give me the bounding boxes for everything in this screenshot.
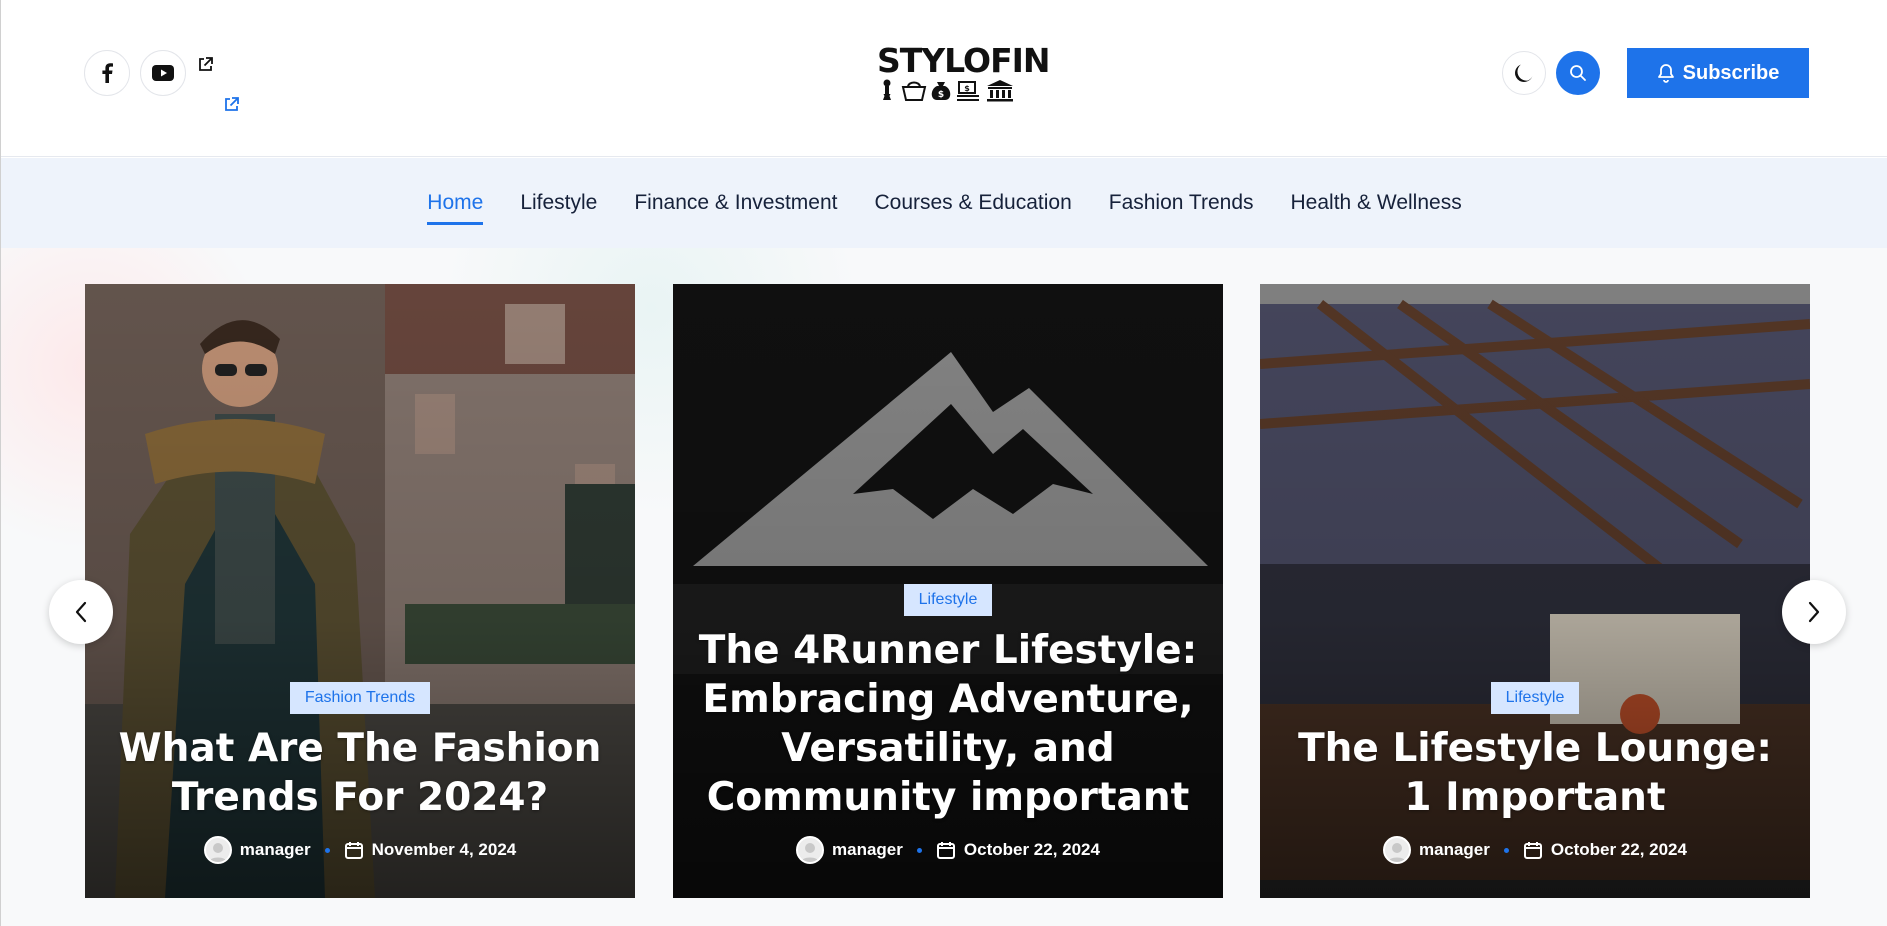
subscribe-label: Subscribe (1682, 61, 1780, 84)
category-badge[interactable]: Lifestyle (1490, 682, 1580, 714)
logo-text: STYLOFIN (877, 41, 1051, 80)
user-icon (1388, 843, 1407, 862)
post-title[interactable]: The Lifestyle Lounge: 1 Important (1285, 724, 1785, 822)
nav-item-health-wellness[interactable]: Health & Wellness (1272, 191, 1480, 215)
chevron-left-icon (75, 601, 87, 623)
post-meta: manager October 22, 2024 (1383, 836, 1687, 864)
post-card[interactable]: Lifestyle The 4Runner Lifestyle: Embraci… (673, 284, 1223, 898)
post-meta: manager November 4, 2024 (203, 836, 517, 864)
bell-icon (1657, 64, 1674, 83)
post-card[interactable]: Fashion Trends What Are The Fashion Tren… (85, 284, 635, 898)
nav-item-lifestyle[interactable]: Lifestyle (502, 191, 616, 215)
card-body: Fashion Trends What Are The Fashion Tren… (85, 682, 635, 864)
moon-icon (1515, 64, 1533, 82)
slider-prev-button[interactable] (49, 580, 113, 644)
nav-item-courses-education[interactable]: Courses & Education (856, 191, 1090, 215)
category-badge[interactable]: Lifestyle (903, 584, 993, 616)
category-badge[interactable]: Fashion Trends (289, 682, 431, 714)
search-icon (1570, 65, 1586, 81)
youtube-link[interactable] (140, 50, 186, 96)
svg-text:$: $ (964, 84, 970, 93)
author-name[interactable]: manager (1419, 840, 1490, 860)
avatar (203, 836, 232, 864)
user-icon (208, 843, 227, 862)
author-name[interactable]: manager (240, 840, 311, 860)
post-title[interactable]: What Are The Fashion Trends For 2024? (110, 724, 610, 822)
avatar (796, 836, 825, 864)
main-nav: Home Lifestyle Finance & Investment Cour… (1, 158, 1887, 248)
meta-separator (1503, 847, 1509, 853)
external-link-icon[interactable] (223, 96, 240, 118)
meta-separator (324, 847, 330, 853)
dark-mode-toggle[interactable] (1502, 51, 1546, 95)
meta-separator (916, 847, 922, 853)
chevron-right-icon (1808, 601, 1820, 623)
slider-next-button[interactable] (1782, 580, 1846, 644)
svg-text:$: $ (938, 90, 944, 100)
site-header: STYLOFIN $ $ Subscribe (1, 0, 1887, 157)
post-title[interactable]: The 4Runner Lifestyle: Embracing Adventu… (698, 626, 1198, 822)
author-name[interactable]: manager (832, 840, 903, 860)
post-card[interactable]: Lifestyle The Lifestyle Lounge: 1 Import… (1260, 284, 1810, 898)
search-button[interactable] (1556, 51, 1600, 95)
subscribe-button[interactable]: Subscribe (1627, 48, 1809, 98)
avatar (1383, 836, 1412, 864)
calendar-icon (936, 842, 955, 859)
nav-item-finance-investment[interactable]: Finance & Investment (616, 191, 856, 215)
user-icon (801, 843, 820, 862)
facebook-link[interactable] (84, 50, 130, 96)
external-link-icon[interactable] (197, 56, 214, 78)
calendar-icon (1523, 842, 1542, 859)
card-body: Lifestyle The 4Runner Lifestyle: Embraci… (673, 584, 1223, 864)
post-meta: manager October 22, 2024 (796, 836, 1100, 864)
youtube-icon (152, 65, 174, 81)
post-date: November 4, 2024 (371, 840, 517, 859)
logo-icons: $ $ (883, 79, 1013, 102)
page: STYLOFIN $ $ Subscribe Home Lifestyle Fi… (0, 0, 1887, 926)
site-logo[interactable]: STYLOFIN $ $ (877, 41, 1051, 104)
post-date: October 22, 2024 (963, 840, 1100, 859)
nav-item-home[interactable]: Home (409, 191, 502, 225)
card-body: Lifestyle The Lifestyle Lounge: 1 Import… (1260, 682, 1810, 864)
facebook-icon (102, 63, 113, 83)
calendar-icon (344, 842, 363, 859)
nav-item-fashion-trends[interactable]: Fashion Trends (1090, 191, 1272, 215)
post-date: October 22, 2024 (1550, 840, 1687, 859)
